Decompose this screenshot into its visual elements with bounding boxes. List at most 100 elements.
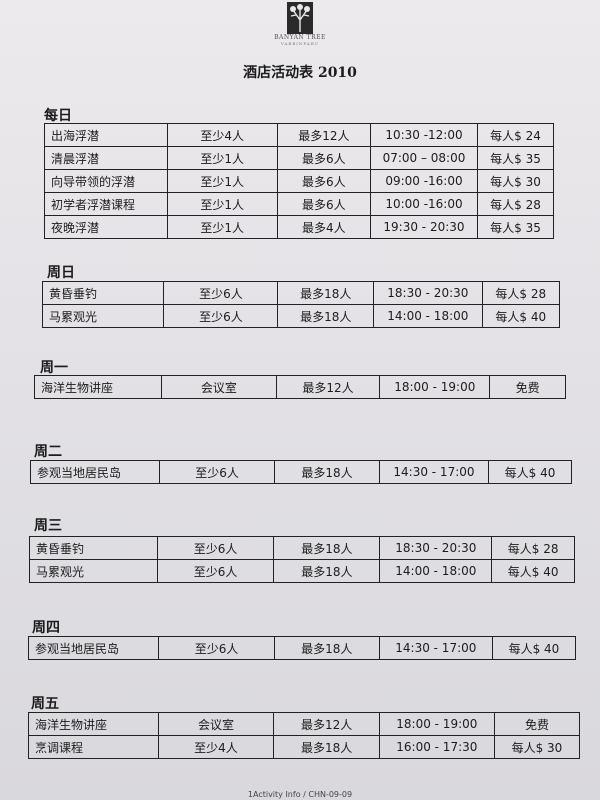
activity-row: 向导带领的浮潜 至少1人 最多6人 09:00 -16:00 每人$ 30	[44, 169, 554, 193]
max-participants: 最多18人	[277, 304, 375, 328]
activity-name: 参观当地居民岛	[29, 460, 161, 484]
activity-row: 出海浮潜 至少4人 最多12人 10:30 -12:00 每人$ 24	[44, 123, 554, 147]
activity-table: 参观当地居民岛 至少6人 最多18人 14:30 - 17:00 每人$ 40	[29, 460, 572, 484]
day-heading: 周五	[31, 696, 59, 712]
price: 每人$ 28	[491, 536, 575, 560]
min-participants: 至少6人	[159, 460, 276, 484]
time-slot: 10:30 -12:00	[369, 123, 479, 147]
min-participants: 至少6人	[156, 536, 275, 560]
activity-name: 向导带领的浮潜	[44, 169, 168, 193]
min-participants: 至少6人	[156, 559, 275, 583]
activity-name: 马累观光	[41, 304, 165, 328]
activity-table: 海洋生物讲座 会议室 最多12人 18:00 - 19:00 免费 烹调课程 至少4人 最多1…	[28, 712, 581, 759]
max-participants: 最多18人	[273, 536, 381, 560]
max-participants: 最多6人	[276, 146, 371, 170]
activity-name: 烹调课程	[28, 735, 159, 759]
activity-row: 参观当地居民岛 至少6人 最多18人 14:30 - 17:00 每人$ 40	[27, 636, 577, 660]
min-participants: 至少1人	[166, 215, 278, 239]
day-heading: 周二	[34, 444, 62, 460]
price: 免费	[493, 712, 581, 736]
time-slot: 14:30 - 17:00	[378, 636, 493, 660]
activity-row: 参观当地居民岛 至少6人 最多18人 14:30 - 17:00 每人$ 40	[29, 460, 572, 484]
time-slot: 18:00 - 19:00	[378, 712, 495, 736]
price: 每人$ 35	[477, 215, 554, 239]
price: 每人$ 24	[477, 123, 554, 147]
max-participants: 最多18人	[273, 559, 381, 583]
min-participants: 至少1人	[166, 146, 278, 170]
max-participants: 最多18人	[277, 281, 375, 305]
max-participants: 最多12人	[276, 123, 371, 147]
day-heading: 每日	[44, 108, 72, 124]
activity-name: 参观当地居民岛	[27, 636, 160, 660]
min-participants: 会议室	[157, 712, 275, 736]
activity-table: 参观当地居民岛 至少6人 最多18人 14:30 - 17:00 每人$ 40	[27, 636, 577, 660]
activity-row: 海洋生物讲座 会议室 最多12人 18:00 - 19:00 免费	[33, 375, 566, 399]
activity-name: 黄昏垂钓	[41, 281, 165, 305]
max-participants: 最多18人	[273, 735, 380, 759]
min-participants: 会议室	[161, 375, 277, 399]
min-participants: 至少6人	[158, 636, 275, 660]
min-participants: 至少6人	[163, 304, 279, 328]
tree-logo-icon	[287, 2, 313, 34]
activity-name: 海洋生物讲座	[33, 375, 163, 399]
footer-text: 1Activity Info / CHN-09-09	[247, 790, 353, 799]
activity-row: 清晨浮潜 至少1人 最多6人 07:00 – 08:00 每人$ 35	[44, 146, 554, 170]
activity-name: 黄昏垂钓	[29, 536, 158, 560]
activity-name: 海洋生物讲座	[28, 712, 159, 736]
max-participants: 最多12人	[275, 375, 381, 399]
min-participants: 至少6人	[163, 281, 279, 305]
price: 每人$ 28	[477, 192, 554, 216]
activity-table: 黄昏垂钓 至少6人 最多18人 18:30 - 20:30 每人$ 28 马累观光 至少6人…	[41, 281, 561, 328]
activity-row: 海洋生物讲座 会议室 最多12人 18:00 - 19:00 免费	[28, 712, 581, 736]
day-heading: 周三	[34, 518, 62, 534]
time-slot: 10:00 -16:00	[369, 192, 479, 216]
activity-table: 出海浮潜 至少4人 最多12人 10:30 -12:00 每人$ 24 清晨浮潜 至少1人最…	[44, 123, 554, 239]
activity-name: 初学者浮潜课程	[44, 192, 168, 216]
min-participants: 至少4人	[166, 123, 278, 147]
activity-row: 马累观光 至少6人 最多18人 14:00 - 18:00 每人$ 40	[29, 559, 575, 583]
activity-table: 海洋生物讲座 会议室 最多12人 18:00 - 19:00 免费	[33, 375, 566, 399]
max-participants: 最多18人	[274, 460, 380, 484]
max-participants: 最多6人	[276, 169, 371, 193]
activity-row: 马累观光 至少6人 最多18人 14:00 - 18:00 每人$ 40	[41, 304, 561, 328]
activity-table: 黄昏垂钓 至少6人 最多18人 18:30 - 20:30 每人$ 28 马累观光 至少6人…	[29, 536, 575, 583]
time-slot: 07:00 – 08:00	[369, 146, 479, 170]
time-slot: 14:00 - 18:00	[379, 559, 493, 583]
activity-row: 黄昏垂钓 至少6人 最多18人 18:30 - 20:30 每人$ 28	[41, 281, 561, 305]
time-slot: 14:00 - 18:00	[373, 304, 483, 328]
max-participants: 最多18人	[273, 636, 380, 660]
price: 每人$ 35	[477, 146, 554, 170]
min-participants: 至少1人	[166, 192, 278, 216]
max-participants: 最多6人	[276, 192, 371, 216]
price: 每人$ 40	[488, 460, 572, 484]
price: 每人$ 30	[493, 735, 581, 759]
price: 每人$ 30	[477, 169, 554, 193]
price: 每人$ 40	[491, 636, 577, 660]
min-participants: 至少4人	[157, 735, 275, 759]
price: 每人$ 28	[481, 281, 561, 305]
activity-row: 烹调课程 至少4人 最多18人 16:00 - 17:30 每人$ 30	[28, 735, 581, 759]
time-slot: 18:00 - 19:00	[379, 375, 491, 399]
activity-name: 夜晚浮潜	[44, 215, 168, 239]
time-slot: 14:30 - 17:00	[378, 460, 490, 484]
activity-row: 夜晚浮潜 至少1人 最多4人 19:30 - 20:30 每人$ 35	[44, 215, 554, 239]
page-title: 酒店活动表 2010	[243, 65, 357, 81]
max-participants: 最多4人	[276, 215, 371, 239]
time-slot: 18:30 - 20:30	[379, 536, 493, 560]
day-heading: 周日	[47, 265, 75, 281]
time-slot: 19:30 - 20:30	[369, 215, 479, 239]
price: 每人$ 40	[481, 304, 561, 328]
time-slot: 16:00 - 17:30	[378, 735, 495, 759]
activity-name: 清晨浮潜	[44, 146, 168, 170]
activity-name: 出海浮潜	[44, 123, 168, 147]
day-heading: 周一	[40, 360, 68, 376]
brand-name: BANYAN TREE	[274, 34, 326, 41]
min-participants: 至少1人	[166, 169, 278, 193]
time-slot: 18:30 - 20:30	[373, 281, 483, 305]
max-participants: 最多12人	[273, 712, 380, 736]
activity-row: 初学者浮潜课程 至少1人 最多6人 10:00 -16:00 每人$ 28	[44, 192, 554, 216]
price: 免费	[489, 375, 566, 399]
day-heading: 周四	[32, 620, 60, 636]
activity-name: 马累观光	[29, 559, 158, 583]
activity-row: 黄昏垂钓 至少6人 最多18人 18:30 - 20:30 每人$ 28	[29, 536, 575, 560]
